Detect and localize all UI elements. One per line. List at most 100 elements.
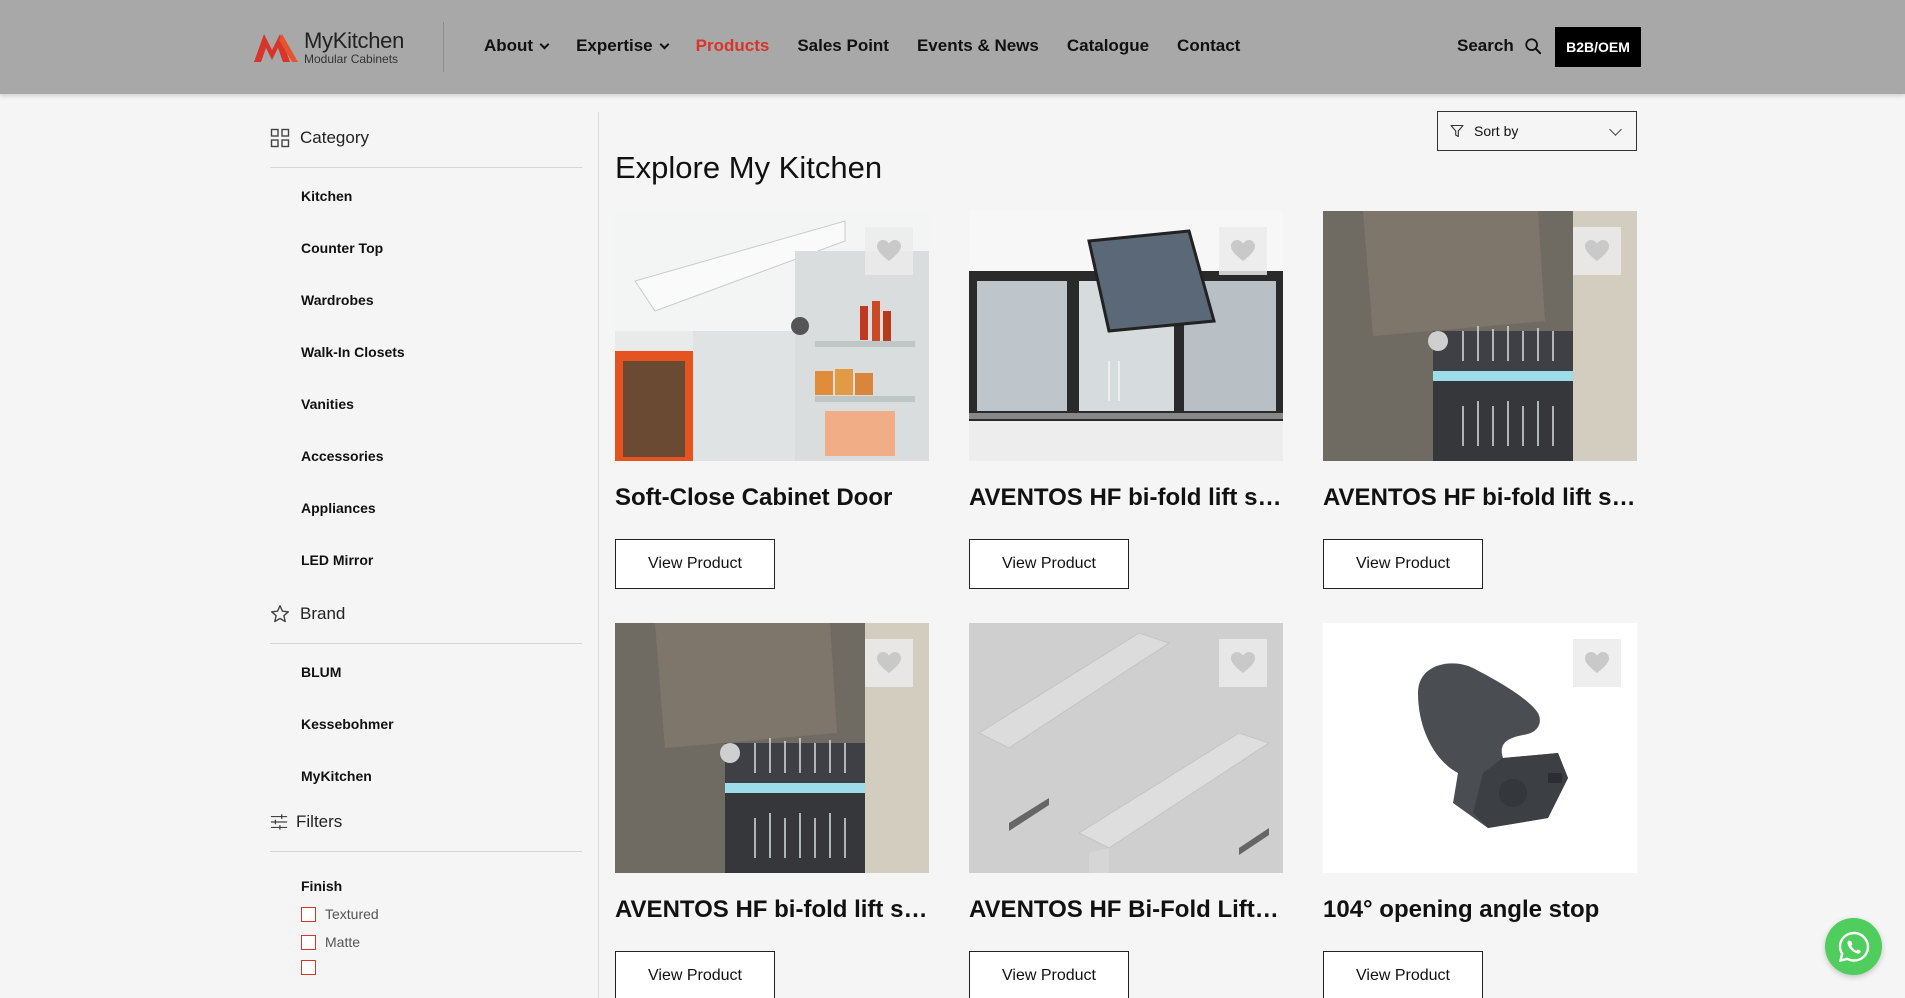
page-title: Explore My Kitchen [615, 150, 883, 185]
brand-mykitchen[interactable]: MyKitchen [301, 750, 582, 802]
brand-heading: Brand [270, 600, 582, 628]
product-card: AVENTOS HF bi-fold lift system View Prod… [969, 211, 1283, 589]
favorite-button[interactable] [1573, 639, 1621, 687]
search-label: Search [1457, 36, 1514, 55]
finish-option-matte[interactable]: Matte [270, 934, 582, 950]
favorite-button[interactable] [865, 639, 913, 687]
favorite-button[interactable] [865, 227, 913, 275]
chevron-down-icon [659, 39, 670, 49]
nav-contact[interactable]: Contact [1177, 36, 1240, 56]
sort-dropdown[interactable]: Sort by [1437, 111, 1637, 151]
product-image[interactable] [969, 211, 1283, 461]
product-card: AVENTOS HF bi-fold lift system View Prod… [1323, 211, 1637, 589]
view-product-button[interactable]: View Product [615, 539, 775, 589]
main-nav: About Expertise Products Sales Point Eve… [484, 36, 1268, 56]
nav-about[interactable]: About [484, 36, 550, 56]
favorite-button[interactable] [1219, 639, 1267, 687]
nav-events-news-label: Events & News [916, 36, 1039, 55]
whatsapp-icon [1838, 931, 1869, 962]
finish-option-more[interactable] [270, 960, 582, 975]
brand-blum[interactable]: BLUM [301, 646, 582, 698]
heart-icon [1231, 652, 1255, 673]
nav-products-label: Products [695, 36, 770, 55]
finish-option-textured[interactable]: Textured [270, 906, 582, 922]
finish-label: Finish [301, 878, 343, 894]
search-button[interactable]: Search [1457, 36, 1542, 56]
header-divider [443, 22, 444, 72]
matte-label: Matte [325, 934, 361, 950]
product-image[interactable] [969, 623, 1283, 873]
nav-expertise[interactable]: Expertise [576, 36, 670, 56]
filters-heading: Filters [270, 808, 582, 836]
chevron-down-icon [1609, 123, 1622, 136]
category-vanities[interactable]: Vanities [301, 378, 582, 430]
nav-about-label: About [484, 36, 534, 55]
product-title[interactable]: AVENTOS HF bi-fold lift system [615, 895, 929, 925]
filters-rule [270, 851, 582, 852]
product-title[interactable]: Soft-Close Cabinet Door [615, 483, 929, 513]
matte-checkbox[interactable] [301, 934, 316, 950]
brand-tagline: Modular Cabinets [304, 51, 399, 66]
textured-checkbox[interactable] [301, 906, 316, 922]
category-kitchen[interactable]: Kitchen [301, 170, 582, 222]
nav-contact-label: Contact [1177, 36, 1241, 55]
product-card: AVENTOS HF Bi-Fold Lift System View Prod… [969, 623, 1283, 998]
chevron-down-icon [539, 39, 550, 49]
category-walk-in-closets[interactable]: Walk-In Closets [301, 326, 582, 378]
filter-funnel-icon [1450, 124, 1464, 138]
search-icon [1525, 38, 1541, 55]
heart-icon [877, 240, 901, 261]
product-image[interactable] [615, 623, 929, 873]
product-image[interactable] [615, 211, 929, 461]
heart-icon [877, 652, 901, 673]
nav-catalogue-label: Catalogue [1066, 36, 1150, 55]
brand-rule [270, 643, 582, 644]
category-appliances[interactable]: Appliances [301, 482, 582, 534]
category-list: Kitchen Counter Top Wardrobes Walk-In Cl… [270, 170, 582, 586]
favorite-button[interactable] [1219, 227, 1267, 275]
site-header: MyKitchen Modular Cabinets About Experti… [0, 0, 1905, 94]
product-title[interactable]: AVENTOS HF Bi-Fold Lift System [969, 895, 1283, 925]
product-title[interactable]: 104° opening angle stop [1323, 895, 1637, 925]
product-card: Soft-Close Cabinet Door View Product [615, 211, 929, 589]
brand-name: MyKitchen [304, 27, 405, 53]
product-title[interactable]: AVENTOS HF bi-fold lift system [969, 483, 1283, 513]
whatsapp-chat-button[interactable] [1825, 918, 1882, 975]
favorite-button[interactable] [1573, 227, 1621, 275]
category-heading: Category [270, 124, 582, 152]
brand-kessebohmer[interactable]: Kessebohmer [301, 698, 582, 750]
category-wardrobes[interactable]: Wardrobes [301, 274, 582, 326]
brand-logo[interactable]: MyKitchen Modular Cabinets [252, 28, 404, 66]
nav-events-news[interactable]: Events & News [917, 36, 1039, 56]
product-image[interactable] [1323, 211, 1637, 461]
filter-sidebar: Category Kitchen Counter Top Wardrobes W… [270, 124, 582, 975]
category-title: Category [300, 128, 369, 147]
view-product-button[interactable]: View Product [1323, 951, 1483, 998]
heart-icon [1585, 652, 1609, 673]
product-card: AVENTOS HF bi-fold lift system View Prod… [615, 623, 929, 998]
filters-title: Filters [296, 812, 343, 831]
star-icon [271, 605, 289, 623]
nav-sales-point[interactable]: Sales Point [797, 36, 889, 56]
sliders-icon [270, 814, 288, 830]
sidebar-divider [598, 112, 599, 998]
nav-products[interactable]: Products [696, 36, 770, 56]
view-product-button[interactable]: View Product [969, 539, 1129, 589]
product-title[interactable]: AVENTOS HF bi-fold lift system [1323, 483, 1637, 513]
category-counter-top[interactable]: Counter Top [301, 222, 582, 274]
heart-icon [1231, 240, 1255, 261]
nav-expertise-label: Expertise [576, 36, 653, 55]
view-product-button[interactable]: View Product [969, 951, 1129, 998]
brand-title: Brand [300, 604, 346, 623]
b2b-oem-button[interactable]: B2B/OEM [1555, 27, 1641, 67]
sort-label: Sort by [1474, 123, 1519, 139]
textured-label: Textured [325, 906, 379, 922]
nav-catalogue[interactable]: Catalogue [1067, 36, 1149, 56]
view-product-button[interactable]: View Product [615, 951, 775, 998]
view-product-button[interactable]: View Product [1323, 539, 1483, 589]
category-led-mirror[interactable]: LED Mirror [301, 534, 582, 586]
grid-icon [270, 128, 290, 148]
category-accessories[interactable]: Accessories [301, 430, 582, 482]
product-image[interactable] [1323, 623, 1637, 873]
more-checkbox[interactable] [301, 960, 316, 975]
